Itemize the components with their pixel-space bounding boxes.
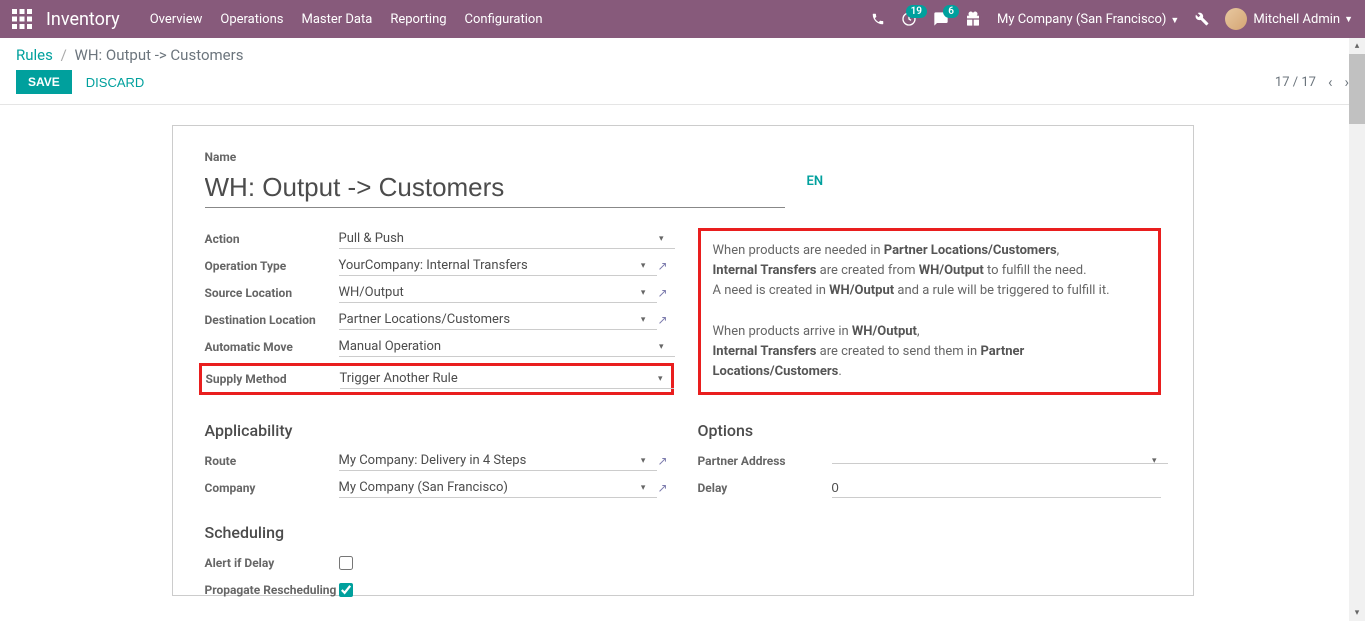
source-location-label: Source Location bbox=[205, 286, 339, 300]
gift-icon[interactable] bbox=[965, 11, 981, 27]
company-label: Company bbox=[205, 481, 339, 495]
save-button[interactable]: SAVE bbox=[16, 70, 72, 94]
name-label: Name bbox=[205, 150, 1161, 164]
breadcrumb: Rules / WH: Output -> Customers bbox=[16, 46, 1349, 64]
external-link-icon[interactable]: ↗ bbox=[657, 313, 667, 327]
destination-location-select[interactable]: Partner Locations/Customers bbox=[339, 310, 657, 330]
destination-location-label: Destination Location bbox=[205, 313, 339, 327]
control-panel: Rules / WH: Output -> Customers SAVE DIS… bbox=[0, 38, 1365, 105]
pager-prev-icon[interactable]: ‹ bbox=[1328, 73, 1333, 91]
supply-method-label: Supply Method bbox=[206, 372, 340, 386]
menu-master-data[interactable]: Master Data bbox=[301, 12, 372, 27]
company-switcher[interactable]: My Company (San Francisco)▼ bbox=[997, 12, 1179, 27]
pager-value[interactable]: 17 / 17 bbox=[1275, 75, 1316, 90]
debug-icon[interactable] bbox=[1195, 12, 1209, 26]
propagate-checkbox[interactable] bbox=[339, 583, 353, 597]
user-menu[interactable]: Mitchell Admin▼ bbox=[1225, 8, 1353, 30]
delay-label: Delay bbox=[698, 481, 832, 495]
lang-button[interactable]: EN bbox=[807, 174, 824, 189]
form-sheet: Name document.querySelector('.titlefield… bbox=[172, 125, 1194, 596]
automatic-move-select[interactable]: Manual Operation bbox=[339, 337, 675, 357]
external-link-icon[interactable]: ↗ bbox=[657, 481, 667, 495]
apps-icon[interactable] bbox=[12, 9, 32, 29]
partner-address-select[interactable] bbox=[832, 459, 1168, 464]
scroll-up-icon[interactable]: ▴ bbox=[1349, 38, 1365, 54]
external-link-icon[interactable]: ↗ bbox=[657, 454, 667, 468]
menu-overview[interactable]: Overview bbox=[150, 12, 203, 27]
route-select[interactable]: My Company: Delivery in 4 Steps bbox=[339, 451, 657, 471]
options-heading: Options bbox=[698, 421, 1161, 440]
top-nav: Inventory Overview Operations Master Dat… bbox=[0, 0, 1365, 38]
pager: 17 / 17 ‹ › bbox=[1275, 73, 1349, 91]
operation-type-label: Operation Type bbox=[205, 259, 339, 273]
scrollbar-thumb[interactable] bbox=[1349, 54, 1365, 124]
delay-input[interactable] bbox=[832, 478, 1161, 498]
applicability-heading: Applicability bbox=[205, 421, 668, 440]
activity-icon[interactable]: 19 bbox=[901, 11, 917, 27]
avatar bbox=[1225, 8, 1247, 30]
action-select[interactable]: Pull & Push bbox=[339, 229, 675, 249]
menu-operations[interactable]: Operations bbox=[220, 12, 283, 27]
scrollbar[interactable]: ▴ ▾ bbox=[1349, 38, 1365, 621]
phone-icon[interactable] bbox=[871, 12, 885, 26]
company-name: My Company (San Francisco) bbox=[997, 12, 1166, 27]
name-input[interactable] bbox=[205, 168, 785, 208]
rule-description-highlight: When products are needed in Partner Loca… bbox=[698, 228, 1161, 395]
propagate-label: Propagate Rescheduling bbox=[205, 583, 339, 597]
alert-delay-label: Alert if Delay bbox=[205, 556, 339, 570]
scroll-down-icon[interactable]: ▾ bbox=[1349, 605, 1365, 621]
activity-badge: 19 bbox=[906, 5, 927, 18]
company-select[interactable]: My Company (San Francisco) bbox=[339, 478, 657, 498]
discard-button[interactable]: DISCARD bbox=[86, 75, 145, 90]
external-link-icon[interactable]: ↗ bbox=[657, 259, 667, 273]
source-location-select[interactable]: WH/Output bbox=[339, 283, 657, 303]
scheduling-heading: Scheduling bbox=[205, 523, 668, 542]
supply-method-highlight: Supply Method Trigger Another Rule▾ bbox=[199, 363, 674, 395]
chat-icon[interactable]: 6 bbox=[933, 11, 949, 27]
automatic-move-label: Automatic Move bbox=[205, 340, 339, 354]
route-label: Route bbox=[205, 454, 339, 468]
chat-badge: 6 bbox=[943, 5, 959, 18]
user-name: Mitchell Admin bbox=[1253, 12, 1340, 27]
external-link-icon[interactable]: ↗ bbox=[657, 286, 667, 300]
alert-delay-checkbox[interactable] bbox=[339, 556, 353, 570]
menu-configuration[interactable]: Configuration bbox=[465, 12, 543, 27]
breadcrumb-root[interactable]: Rules bbox=[16, 46, 53, 64]
app-brand[interactable]: Inventory bbox=[46, 9, 120, 30]
menu-reporting[interactable]: Reporting bbox=[390, 12, 446, 27]
breadcrumb-current: WH: Output -> Customers bbox=[75, 46, 244, 64]
main-menu: Overview Operations Master Data Reportin… bbox=[150, 12, 543, 27]
partner-address-label: Partner Address bbox=[698, 454, 832, 468]
action-label: Action bbox=[205, 232, 339, 246]
supply-method-select[interactable]: Trigger Another Rule bbox=[340, 369, 674, 389]
operation-type-select[interactable]: YourCompany: Internal Transfers bbox=[339, 256, 657, 276]
